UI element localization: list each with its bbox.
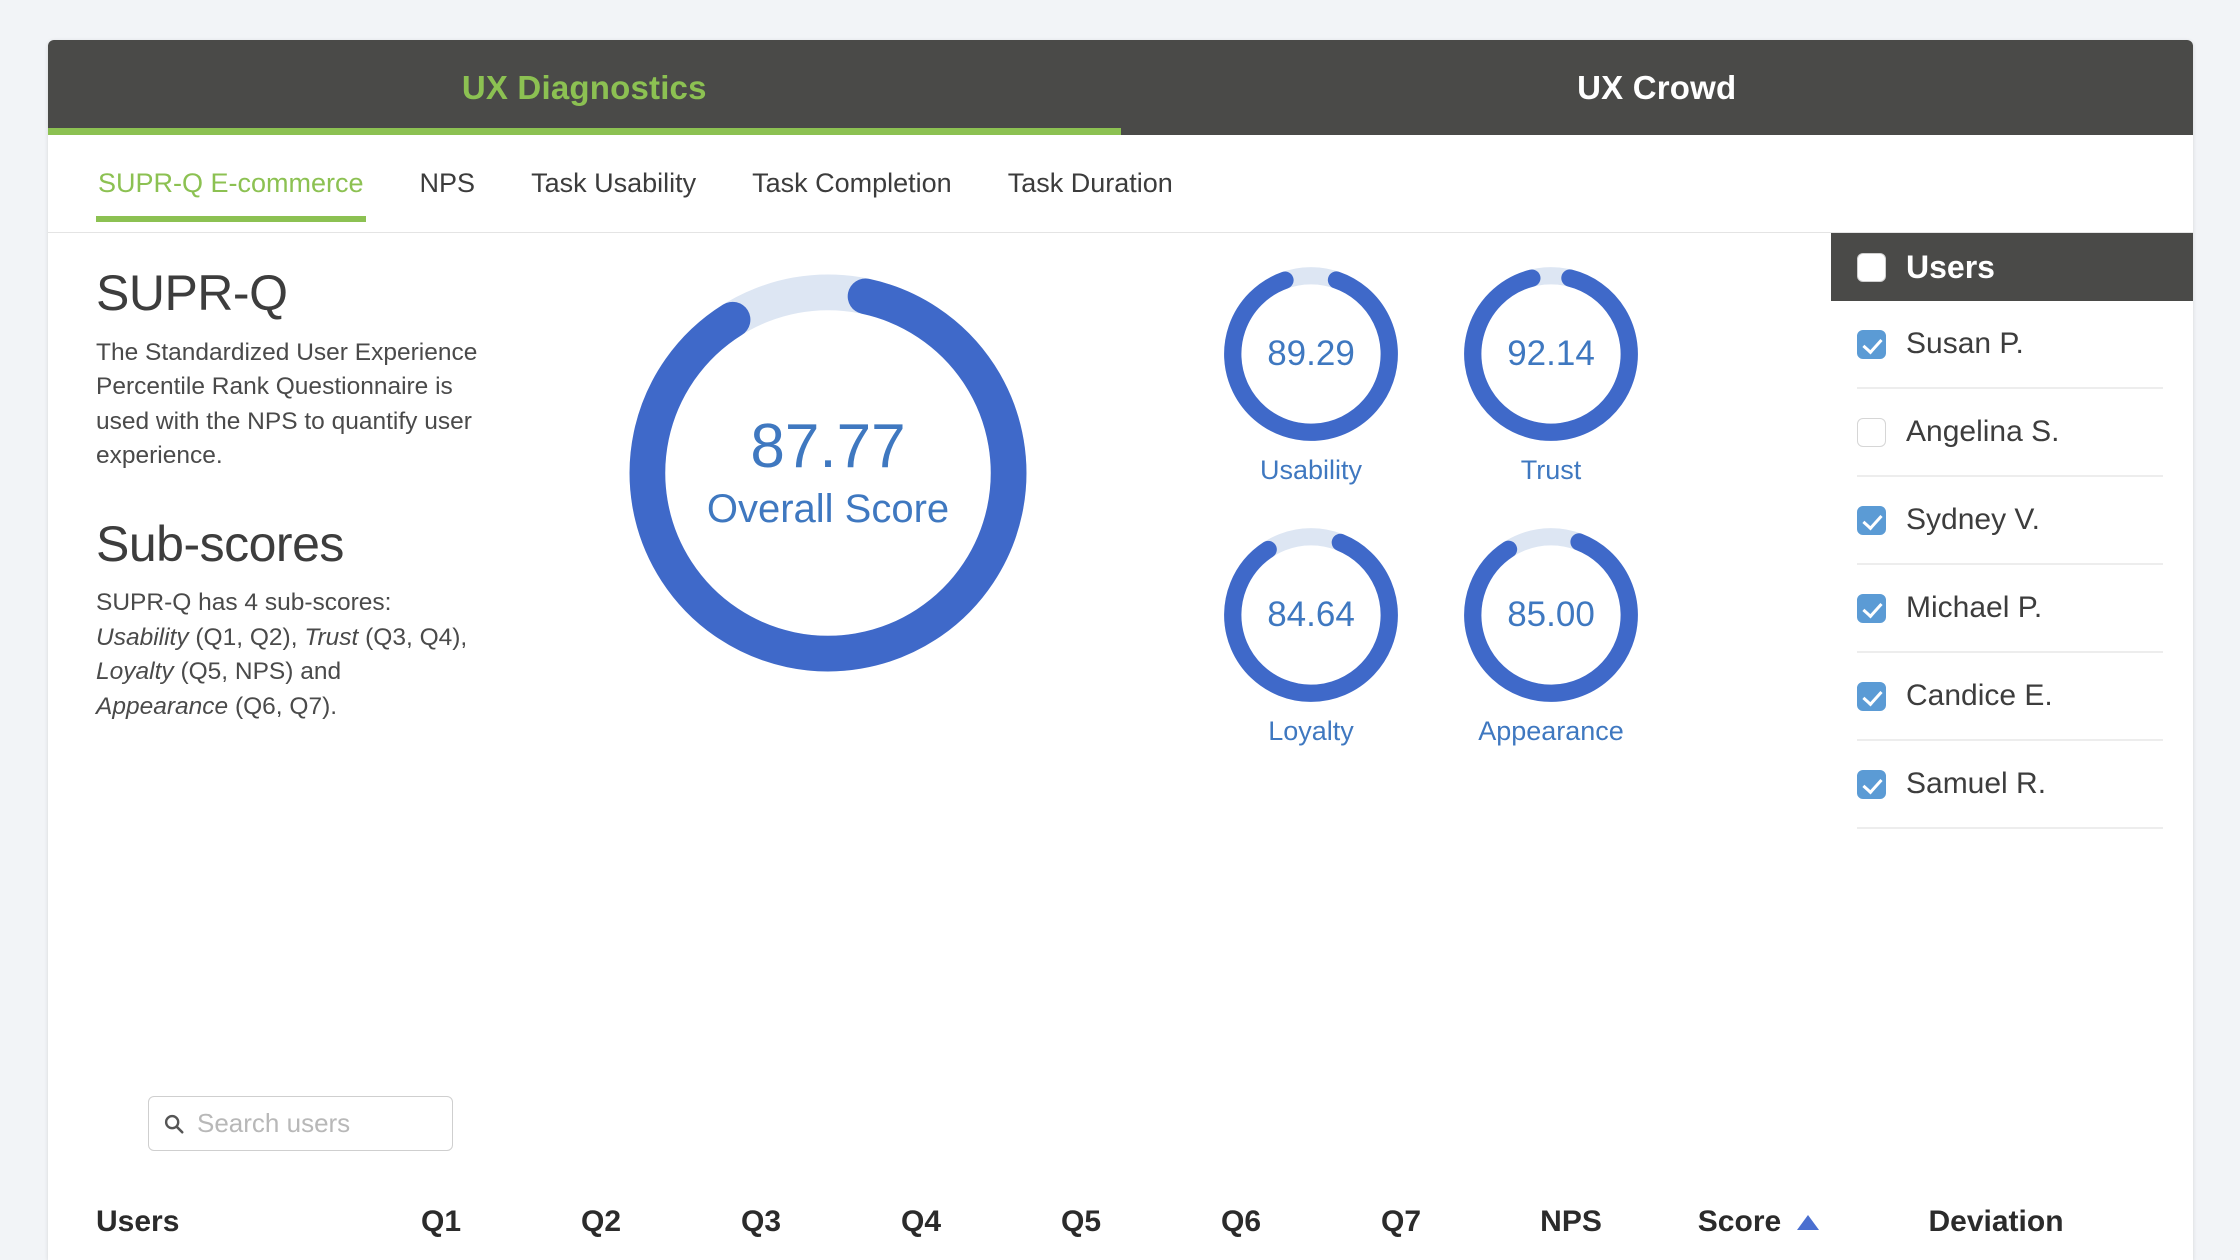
subtab-task-duration-label: Task Duration	[1007, 168, 1173, 198]
subtab-task-usability-label: Task Usability	[531, 168, 697, 198]
subtab-task-completion[interactable]: Task Completion	[750, 146, 954, 221]
sort-ascending-icon[interactable]	[1797, 1215, 1820, 1231]
gauge-trust: 92.14 Trust	[1460, 263, 1642, 486]
gauge-loyalty-center: 84.64	[1220, 524, 1402, 706]
column-header-q2[interactable]: Q2	[521, 1205, 681, 1239]
users-sidebar: Users Susan P. Angelina S. Sydney V. Mic…	[1831, 233, 2193, 829]
gauge-overall-score: 87.77 Overall Score	[618, 263, 1038, 683]
gauge-usability: 89.29 Usability	[1220, 263, 1402, 486]
user-name: Sydney V.	[1906, 503, 2040, 536]
user-name: Michael P.	[1906, 591, 2043, 624]
search-input[interactable]: Search users	[197, 1108, 350, 1139]
gauge-overall-score-value: 87.77	[750, 412, 906, 481]
select-all-users-checkbox[interactable]	[1857, 252, 1886, 282]
gauge-trust-center: 92.14	[1460, 263, 1642, 445]
users-sidebar-header: Users	[1831, 233, 2193, 301]
table-header-row: Users Q1 Q2 Q3 Q4 Q5 Q6 Q7 NPS Score Dev…	[48, 1173, 2193, 1260]
gauge-overall-score-center: 87.77 Overall Score	[618, 263, 1038, 683]
subtab-suprq-ecommerce-label: SUPR-Q E-commerce	[98, 168, 364, 198]
main-tabbar: UX Diagnostics UX Crowd	[48, 40, 2193, 135]
gauge-appearance-value: 85.00	[1507, 595, 1595, 634]
user-name: Angelina S.	[1906, 415, 2060, 448]
column-header-q3[interactable]: Q3	[681, 1205, 841, 1239]
gauge-loyalty: 84.64 Loyalty	[1220, 524, 1402, 747]
tab-ux-diagnostics[interactable]: UX Diagnostics	[48, 40, 1121, 135]
column-header-nps[interactable]: NPS	[1481, 1205, 1661, 1239]
subtab-nps-label: NPS	[419, 168, 476, 198]
subscore-usability-word: Usability	[96, 623, 189, 651]
subscore-appearance-word: Appearance	[96, 692, 229, 720]
column-header-q7[interactable]: Q7	[1321, 1205, 1481, 1239]
subscore-loyalty-questions: (Q5, NPS) and	[173, 658, 342, 685]
subtab-task-duration[interactable]: Task Duration	[1006, 146, 1175, 221]
user-checkbox[interactable]	[1857, 769, 1886, 799]
column-header-score[interactable]: Score	[1661, 1205, 1856, 1239]
gauge-trust-label: Trust	[1520, 455, 1582, 485]
user-checkbox[interactable]	[1857, 505, 1886, 535]
active-tab-indicator	[48, 128, 1121, 135]
subscores-title: Sub-scores	[96, 515, 344, 572]
column-header-users[interactable]: Users	[96, 1205, 361, 1239]
gauge-loyalty-label: Loyalty	[1268, 716, 1354, 746]
subtab-bar: SUPR-Q E-commerce NPS Task Usability Tas…	[48, 135, 2193, 233]
gauge-appearance: 85.00 Appearance	[1460, 524, 1642, 747]
gauge-usability-value: 89.29	[1267, 334, 1355, 373]
list-item[interactable]: Samuel R.	[1857, 741, 2163, 829]
subscores-description: SUPR-Q has 4 sub-scores: Usability (Q1, …	[96, 586, 486, 724]
gauge-overall-score-label: Overall Score	[706, 487, 950, 531]
gauge-loyalty-value: 84.64	[1267, 595, 1355, 634]
tab-ux-crowd[interactable]: UX Crowd	[1121, 40, 2194, 135]
search-icon	[164, 1114, 184, 1134]
subscore-trust-questions: (Q3, Q4),	[358, 623, 468, 651]
list-item[interactable]: Sydney V.	[1857, 477, 2163, 565]
list-item[interactable]: Susan P.	[1857, 301, 2163, 389]
column-header-deviation[interactable]: Deviation	[1856, 1205, 2136, 1239]
subscore-trust-word: Trust	[304, 623, 359, 651]
app-window: UX Diagnostics UX Crowd SUPR-Q E-commerc…	[48, 40, 2193, 1260]
subtab-nps[interactable]: NPS	[418, 146, 478, 221]
page-title: SUPR-Q	[96, 265, 288, 321]
subscore-loyalty-word: Loyalty	[96, 658, 174, 685]
subscore-usability-questions: (Q1, Q2),	[188, 623, 305, 651]
subtab-task-usability[interactable]: Task Usability	[529, 146, 698, 221]
subscores-intro: SUPR-Q has 4 sub-scores:	[96, 589, 392, 616]
column-header-q6[interactable]: Q6	[1161, 1205, 1321, 1239]
users-score-table: Users Q1 Q2 Q3 Q4 Q5 Q6 Q7 NPS Score Dev…	[48, 1173, 2193, 1260]
subtab-task-completion-label: Task Completion	[752, 168, 952, 198]
subtab-suprq-ecommerce[interactable]: SUPR-Q E-commerce	[96, 146, 366, 222]
gauge-usability-label: Usability	[1259, 455, 1363, 485]
tab-ux-crowd-label: UX Crowd	[1577, 68, 1737, 106]
list-item[interactable]: Michael P.	[1857, 565, 2163, 653]
user-name: Susan P.	[1906, 327, 2024, 360]
user-checkbox[interactable]	[1857, 417, 1886, 447]
column-header-q4[interactable]: Q4	[841, 1205, 1001, 1239]
content-area: SUPR-Q The Standardized User Experience …	[48, 233, 2193, 1260]
column-header-q1[interactable]: Q1	[361, 1205, 521, 1239]
user-checkbox[interactable]	[1857, 329, 1886, 359]
gauge-trust-value: 92.14	[1507, 334, 1595, 373]
user-name: Samuel R.	[1906, 767, 2047, 800]
gauge-usability-center: 89.29	[1220, 263, 1402, 445]
tab-ux-diagnostics-label: UX Diagnostics	[461, 68, 707, 106]
gauge-appearance-center: 85.00	[1460, 524, 1642, 706]
user-checkbox[interactable]	[1857, 681, 1886, 711]
list-item[interactable]: Candice E.	[1857, 653, 2163, 741]
user-checkbox[interactable]	[1857, 593, 1886, 623]
column-header-q5[interactable]: Q5	[1001, 1205, 1161, 1239]
users-list: Susan P. Angelina S. Sydney V. Michael P…	[1831, 301, 2193, 829]
search-users-box[interactable]: Search users	[148, 1096, 453, 1151]
gauge-appearance-label: Appearance	[1478, 716, 1624, 746]
info-panel: SUPR-Q The Standardized User Experience …	[96, 267, 486, 724]
user-name: Candice E.	[1906, 679, 2053, 712]
column-header-score-label: Score	[1697, 1204, 1782, 1238]
suprq-description: The Standardized User Experience Percent…	[96, 338, 478, 470]
list-item[interactable]: Angelina S.	[1857, 389, 2163, 477]
subscore-appearance-questions: (Q6, Q7).	[228, 692, 338, 720]
users-sidebar-title: Users	[1906, 248, 1995, 285]
